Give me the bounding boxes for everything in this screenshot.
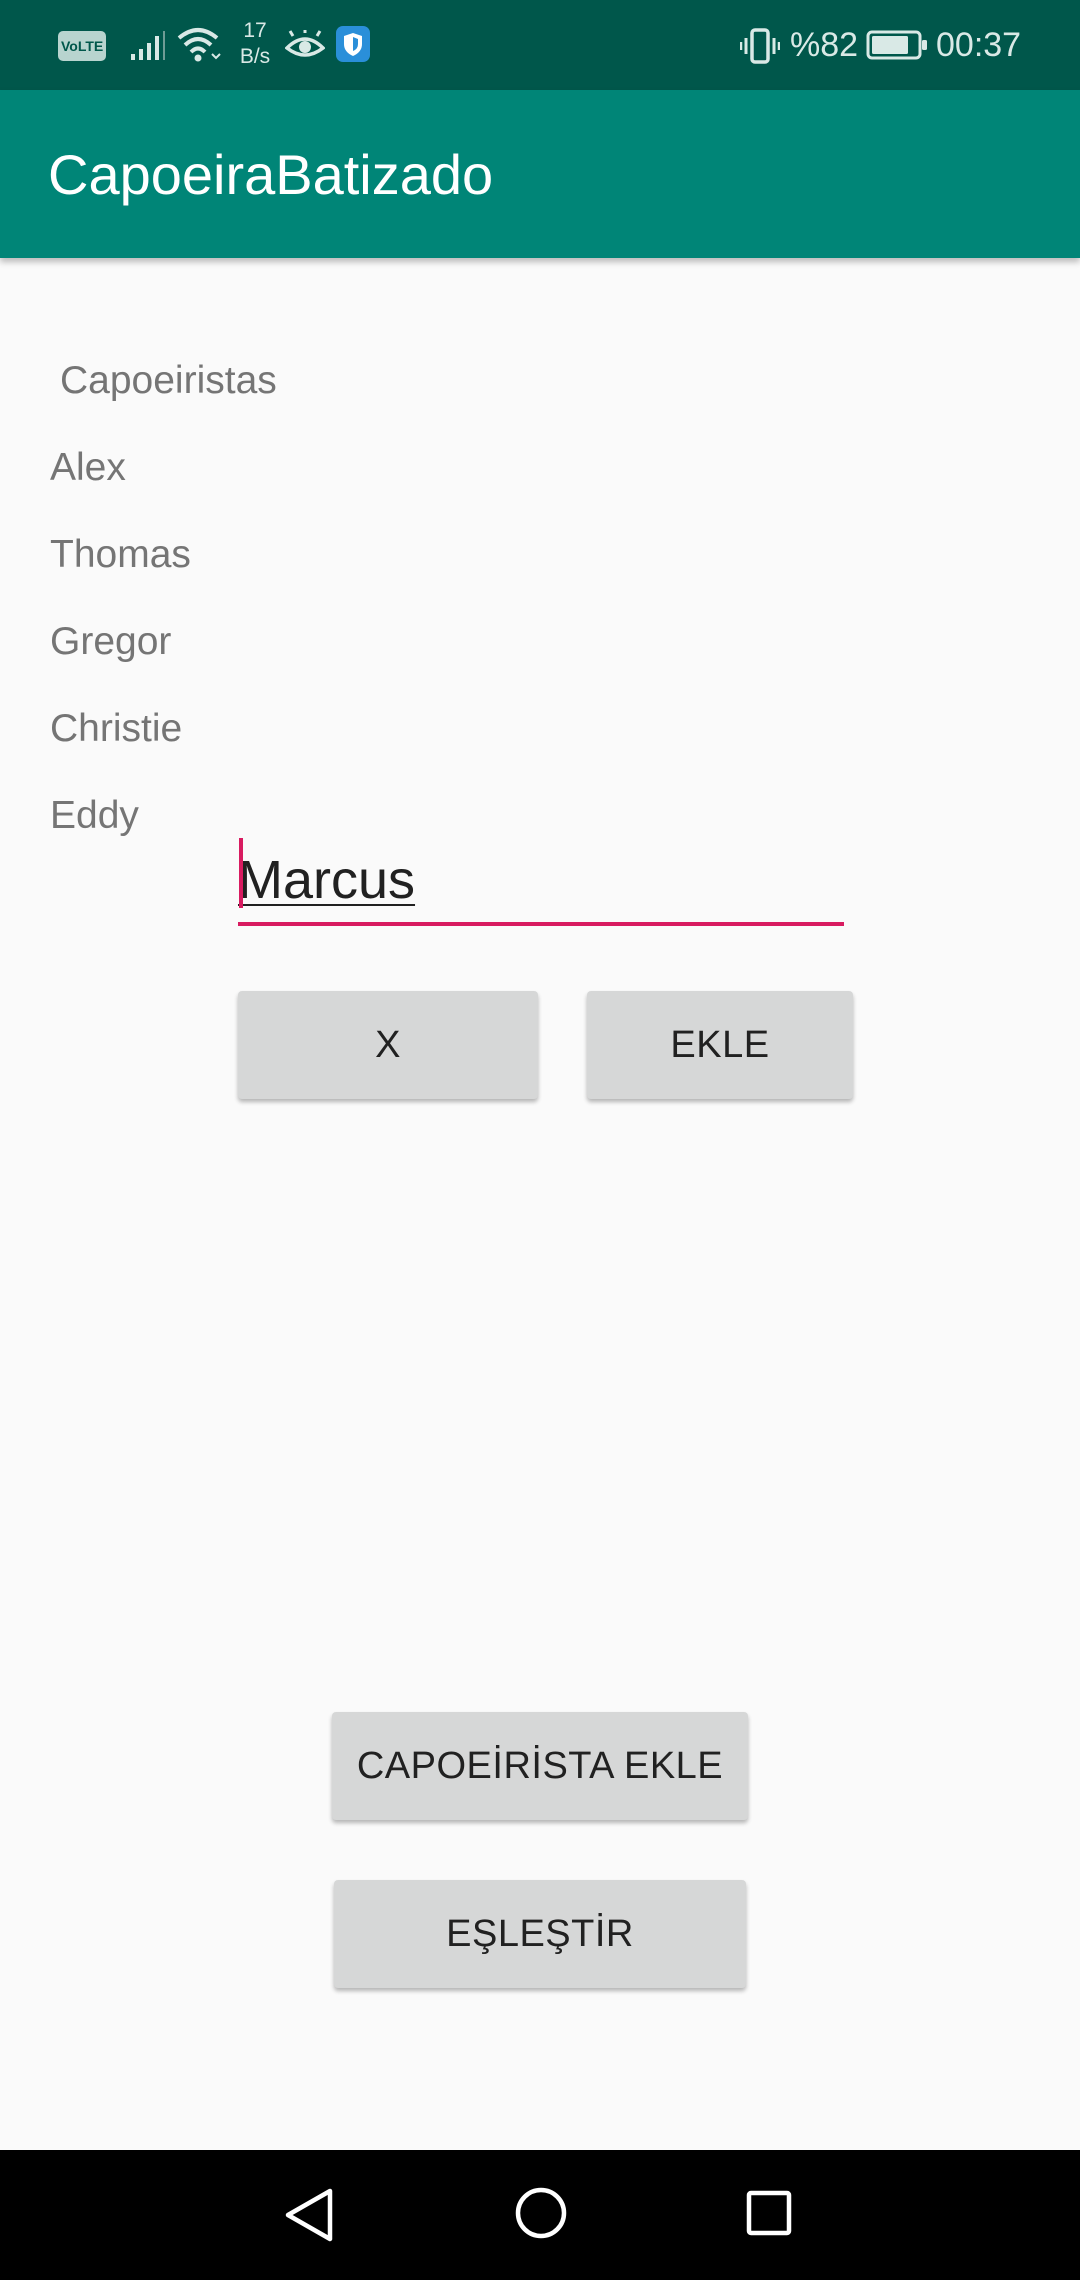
add-button[interactable]: EKLE [587, 991, 853, 1099]
signal-icon [131, 31, 165, 60]
network-speed-unit: B/s [239, 45, 271, 68]
app-bar: CapoeiraBatizado [0, 90, 1080, 258]
phone-screen: VoLTE 17 B/s %82 00:37 CapoeiraBatizado … [0, 0, 1080, 2280]
volte-badge: VoLTE [58, 31, 106, 61]
app-title: CapoeiraBatizado [48, 143, 494, 206]
recent-apps-icon[interactable] [744, 2188, 794, 2238]
text-cursor [239, 838, 243, 908]
wifi-icon [177, 28, 221, 62]
list-item[interactable]: Christie [50, 705, 182, 753]
add-capoeirista-button[interactable]: CAPOEİRİSTA EKLE [332, 1712, 748, 1820]
eye-icon [285, 30, 325, 57]
name-input-value: Marcus [238, 850, 416, 910]
list-item[interactable]: Eddy [50, 792, 139, 840]
clock: 00:37 [936, 26, 1022, 64]
back-icon[interactable] [282, 2186, 336, 2244]
list-item[interactable]: Gregor [50, 618, 171, 666]
match-button[interactable]: EŞLEŞTİR [334, 1880, 746, 1988]
clear-button[interactable]: X [238, 991, 538, 1099]
vibrate-icon [740, 28, 780, 64]
network-speed: 17 B/s [232, 18, 278, 70]
name-input[interactable]: Marcus [238, 838, 844, 926]
network-speed-value: 17 [243, 19, 267, 42]
list-item[interactable]: Alex [50, 444, 126, 492]
battery-icon [866, 30, 927, 60]
home-icon[interactable] [514, 2186, 568, 2240]
battery-percent: %82 [790, 26, 859, 64]
list-item[interactable]: Thomas [50, 531, 191, 579]
status-bar: VoLTE 17 B/s %82 00:37 [0, 0, 1080, 90]
navigation-bar [0, 2150, 1080, 2280]
shield-icon [336, 26, 370, 62]
list-header: Capoeiristas [60, 359, 277, 402]
